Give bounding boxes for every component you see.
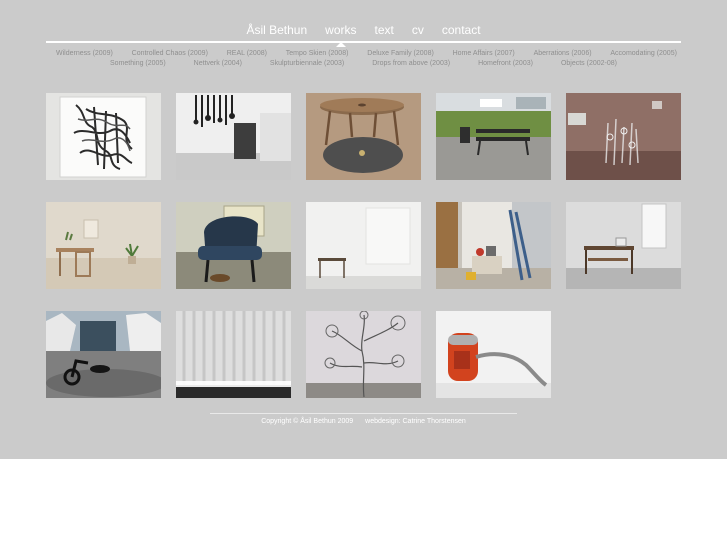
white-wall-stool-image — [306, 202, 421, 289]
work-link-drops-from-above[interactable]: Drops from above (2003) — [372, 59, 450, 69]
thumb-floral-wall-drawing[interactable] — [306, 311, 421, 398]
site-title-link[interactable]: Åsil Bethun — [246, 22, 307, 38]
corner-table-image — [566, 202, 681, 289]
armchair-image — [176, 202, 291, 289]
nav-divider — [46, 41, 681, 43]
thumb-vacuum-cleaner[interactable] — [436, 311, 551, 398]
work-link-skulpturbiennale[interactable]: Skulpturbiennale (2003) — [270, 59, 344, 69]
work-link-controlled-chaos[interactable]: Controlled Chaos (2009) — [132, 49, 208, 59]
works-menu-row-2: Something (2005) Nettverk (2004) Skulptu… — [46, 59, 681, 69]
nav-cv-link[interactable]: cv — [412, 22, 424, 38]
floral-wall-drawing-image — [306, 311, 421, 398]
thumb-curtain-light[interactable] — [176, 311, 291, 398]
work-link-homefront[interactable]: Homefront (2003) — [478, 59, 533, 69]
work-link-aberrations[interactable]: Aberrations (2006) — [534, 49, 592, 59]
thumb-exercise-bike[interactable] — [46, 311, 161, 398]
thumb-miniature-room[interactable] — [46, 202, 161, 289]
work-link-nettverk[interactable]: Nettverk (2004) — [194, 59, 242, 69]
thumb-park-bench[interactable] — [436, 93, 551, 180]
main-panel: Åsil Bethun works text cv contact Wilder… — [0, 0, 727, 459]
work-link-objects[interactable]: Objects (2002-08) — [561, 59, 617, 69]
work-link-accomodating[interactable]: Accomodating (2005) — [610, 49, 677, 59]
thumb-glass-installation[interactable] — [566, 93, 681, 180]
work-link-home-affairs[interactable]: Home Affairs (2007) — [453, 49, 515, 59]
nav-text-link[interactable]: text — [375, 22, 394, 38]
work-link-tempo-skien[interactable]: Tempo Skien (2008) — [286, 49, 349, 59]
footer: Copyright © Åsil Bethun 2009 webdesign: … — [0, 417, 727, 426]
thumb-white-wall-stool[interactable] — [306, 202, 421, 289]
vacuum-cleaner-image — [436, 311, 551, 398]
park-bench-image — [436, 93, 551, 180]
ink-drawing-image — [46, 93, 161, 180]
thumb-gallery-hanging[interactable] — [176, 93, 291, 180]
glass-installation-image — [566, 93, 681, 180]
footer-divider — [210, 413, 517, 414]
curtain-light-image — [176, 311, 291, 398]
exercise-bike-image — [46, 311, 161, 398]
thumb-corner-table[interactable] — [566, 202, 681, 289]
top-navigation: Åsil Bethun works text cv contact — [0, 22, 727, 38]
gallery-hanging-objects-image — [176, 93, 291, 180]
nav-contact-link[interactable]: contact — [442, 22, 481, 38]
work-link-deluxe-family[interactable]: Deluxe Family (2008) — [367, 49, 434, 59]
works-menu-row-1: Wilderness (2009) Controlled Chaos (2009… — [46, 49, 681, 59]
copyright-text: Copyright © Åsil Bethun 2009 — [261, 418, 354, 425]
work-link-something[interactable]: Something (2005) — [110, 59, 166, 69]
webdesign-credit: webdesign: Catrine Thorstensen — [365, 418, 466, 425]
thumb-armchair[interactable] — [176, 202, 291, 289]
thumb-round-table[interactable] — [306, 93, 421, 180]
thumb-cluttered-corridor[interactable] — [436, 202, 551, 289]
work-link-real[interactable]: REAL (2008) — [227, 49, 267, 59]
nav-works-link[interactable]: works — [325, 22, 356, 38]
miniature-room-image — [46, 202, 161, 289]
round-table-image — [306, 93, 421, 180]
cluttered-corridor-image — [436, 202, 551, 289]
thumb-ink-drawing[interactable] — [46, 93, 161, 180]
work-link-wilderness[interactable]: Wilderness (2009) — [56, 49, 113, 59]
